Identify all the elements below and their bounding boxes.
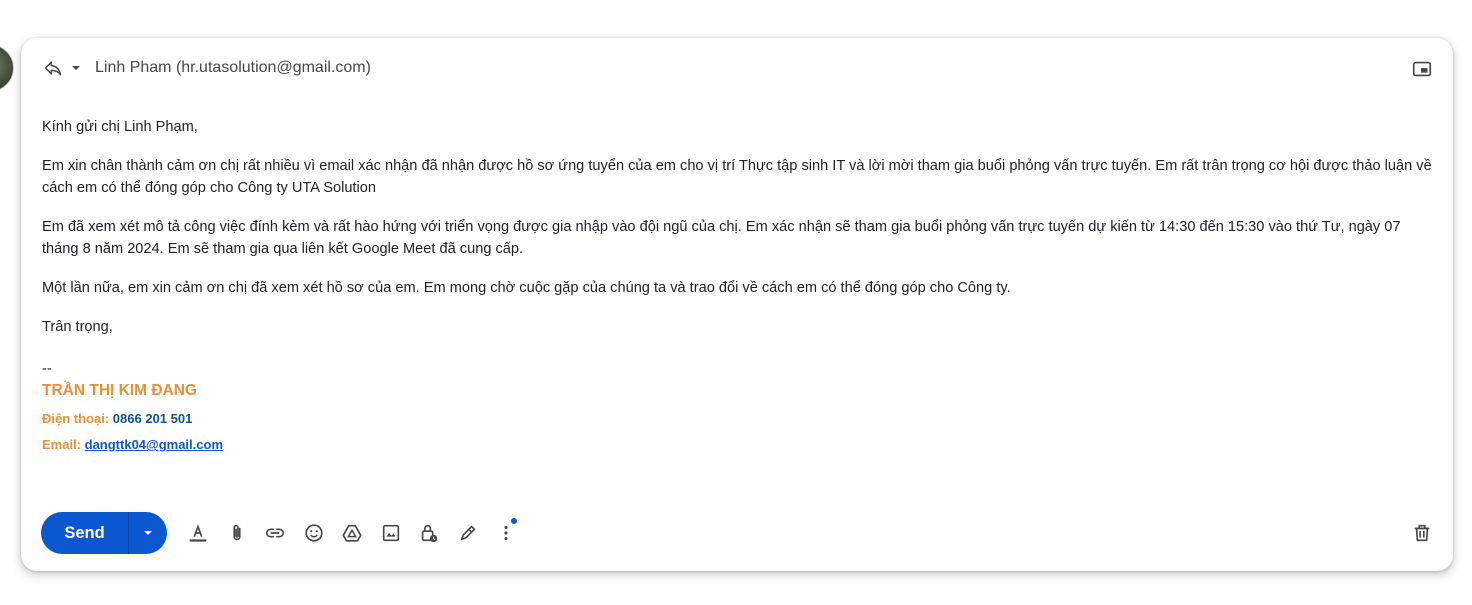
closing-text: Trân trọng, <box>42 319 113 335</box>
signature-email-line: Email: dangttk04@gmail.com <box>42 436 1437 454</box>
reply-type-dropdown-icon[interactable] <box>69 61 83 75</box>
chevron-down-icon <box>144 531 152 535</box>
body-paragraph: Một lần nữa, em xin cảm ơn chị đã xem xé… <box>42 280 1011 296</box>
signature-phone-line: Điện thoại: 0866 201 501 <box>42 410 1437 428</box>
body-paragraph: Em đã xem xét mô tả công việc đính kèm v… <box>42 219 1401 257</box>
photo-icon[interactable] <box>372 514 411 552</box>
phone-number: 0866 201 501 <box>112 411 193 426</box>
reply-icon[interactable] <box>43 58 63 78</box>
greeting-text: Kính gửi chị Linh Phạm, <box>42 119 198 135</box>
send-button-group: Send <box>41 512 167 554</box>
trash-icon[interactable] <box>1411 522 1433 544</box>
attach-icon[interactable] <box>218 514 257 552</box>
compose-toolbar: Send <box>41 512 526 554</box>
link-icon[interactable] <box>256 514 295 552</box>
message-body[interactable]: Kính gửi chị Linh Phạm, Em xin chân thàn… <box>42 116 1437 454</box>
formatting-tools <box>179 514 526 552</box>
signature-pen-icon[interactable] <box>449 514 488 552</box>
email-link[interactable]: dangttk04@gmail.com <box>85 437 223 452</box>
drive-icon[interactable] <box>333 514 372 552</box>
body-paragraph: Em xin chân thành cảm ơn chị rất nhiều v… <box>42 158 1432 196</box>
reply-header: Linh Pham (hr.utasolution@gmail.com) <box>43 56 371 80</box>
schedule-send-dropdown[interactable] <box>129 512 167 554</box>
more-options-icon[interactable] <box>487 514 526 552</box>
notification-dot <box>510 518 517 524</box>
text-format-icon[interactable] <box>179 514 218 552</box>
popout-icon[interactable] <box>1411 58 1433 80</box>
reply-compose-card: Linh Pham (hr.utasolution@gmail.com) Kín… <box>21 38 1453 571</box>
confidential-lock-icon[interactable] <box>410 514 449 552</box>
signature-separator: -- <box>42 361 52 377</box>
recipient-field[interactable]: Linh Pham (hr.utasolution@gmail.com) <box>95 59 371 77</box>
sender-avatar[interactable] <box>0 44 14 92</box>
send-button[interactable]: Send <box>41 512 129 554</box>
phone-label: Điện thoại: <box>42 411 113 426</box>
signature-name: TRẦN THỊ KIM ĐANG <box>42 382 197 399</box>
emoji-icon[interactable] <box>295 514 334 552</box>
email-label: Email: <box>42 437 85 452</box>
